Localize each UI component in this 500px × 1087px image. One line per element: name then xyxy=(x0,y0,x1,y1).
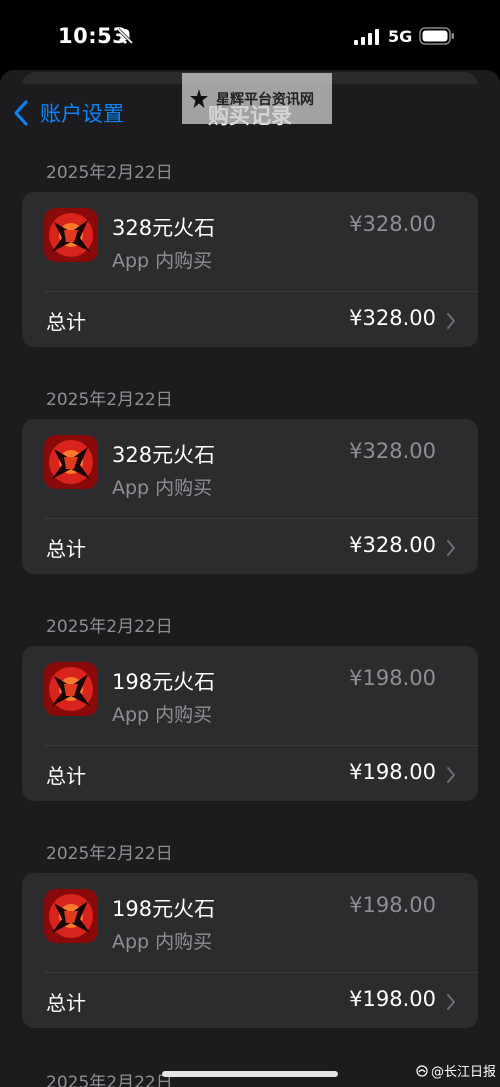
total-label: 总计 xyxy=(46,991,86,1015)
item-name: 328元火石 xyxy=(112,216,216,240)
total-value: ¥198.00 xyxy=(349,987,436,1011)
chevron-right-icon xyxy=(447,313,455,329)
divider xyxy=(44,291,478,292)
divider xyxy=(44,972,478,973)
game-app-icon xyxy=(44,435,98,489)
chevron-right-icon xyxy=(447,767,455,783)
purchase-date: 2025年2月22日 xyxy=(46,390,173,410)
total-value: ¥198.00 xyxy=(349,760,436,784)
app-icon xyxy=(44,435,98,489)
purchase-group: 2025年2月22日 328元火石 App 内购买 ¥328.00 总计 ¥32… xyxy=(0,373,500,600)
source-logo-icon xyxy=(416,1064,428,1077)
item-price: ¥328.00 xyxy=(349,212,436,236)
home-indicator[interactable] xyxy=(162,1071,338,1077)
purchase-group: 2025年2月22日 328元火石 App 内购买 ¥328.00 总计 ¥32… xyxy=(0,146,500,373)
purchase-card[interactable]: 198元火石 App 内购买 ¥198.00 总计 ¥198.00 xyxy=(22,646,478,801)
purchase-group: 2025年2月22日 198元火石 App 内购买 ¥198.00 总计 ¥19… xyxy=(0,827,500,1054)
item-name: 328元火石 xyxy=(112,443,216,467)
watermark-text: 星辉平台资讯网 xyxy=(216,91,314,108)
total-label: 总计 xyxy=(46,310,86,334)
total-value: ¥328.00 xyxy=(349,533,436,557)
purchase-date: 2025年2月22日 xyxy=(46,844,173,864)
divider xyxy=(44,518,478,519)
item-name: 198元火石 xyxy=(112,897,216,921)
watermark: 星辉平台资讯网 xyxy=(182,73,332,124)
source-tag: @长江日报 xyxy=(416,1061,496,1080)
item-price: ¥328.00 xyxy=(349,439,436,463)
chevron-right-icon xyxy=(447,540,455,556)
status-bar: 10:53 5G xyxy=(0,0,500,70)
total-label: 总计 xyxy=(46,537,86,561)
divider xyxy=(44,745,478,746)
watermark-logo-icon xyxy=(190,88,208,108)
game-app-icon xyxy=(44,662,98,716)
item-price: ¥198.00 xyxy=(349,666,436,690)
item-price: ¥198.00 xyxy=(349,893,436,917)
item-subtitle: App 内购买 xyxy=(112,704,213,726)
game-app-icon xyxy=(44,889,98,943)
battery-icon xyxy=(419,27,454,45)
chevron-right-icon xyxy=(447,994,455,1010)
purchase-date-partial: 2025年2月22日 xyxy=(46,1073,173,1087)
total-label: 总计 xyxy=(46,764,86,788)
purchase-date: 2025年2月22日 xyxy=(46,163,173,183)
purchase-card[interactable]: 328元火石 App 内购买 ¥328.00 总计 ¥328.00 xyxy=(22,192,478,347)
purchase-card[interactable]: 328元火石 App 内购买 ¥328.00 总计 ¥328.00 xyxy=(22,419,478,574)
total-value: ¥328.00 xyxy=(349,306,436,330)
game-app-icon xyxy=(44,208,98,262)
item-name: 198元火石 xyxy=(112,670,216,694)
purchase-date: 2025年2月22日 xyxy=(46,617,173,637)
item-subtitle: App 内购买 xyxy=(112,931,213,953)
source-tag-text: @长江日报 xyxy=(431,1065,497,1080)
purchase-group: 2025年2月22日 198元火石 App 内购买 ¥198.00 总计 ¥19… xyxy=(0,600,500,827)
signal-icon xyxy=(354,29,379,45)
purchase-card[interactable]: 198元火石 App 内购买 ¥198.00 总计 ¥198.00 xyxy=(22,873,478,1028)
purchase-list: 2025年2月22日 328元火石 App 内购买 ¥328.00 总计 ¥32… xyxy=(0,146,500,1054)
item-subtitle: App 内购买 xyxy=(112,250,213,272)
item-subtitle: App 内购买 xyxy=(112,477,213,499)
network-label: 5G xyxy=(388,27,413,46)
bell-slash-icon xyxy=(116,27,134,45)
app-icon xyxy=(44,208,98,262)
app-icon xyxy=(44,662,98,716)
app-icon xyxy=(44,889,98,943)
